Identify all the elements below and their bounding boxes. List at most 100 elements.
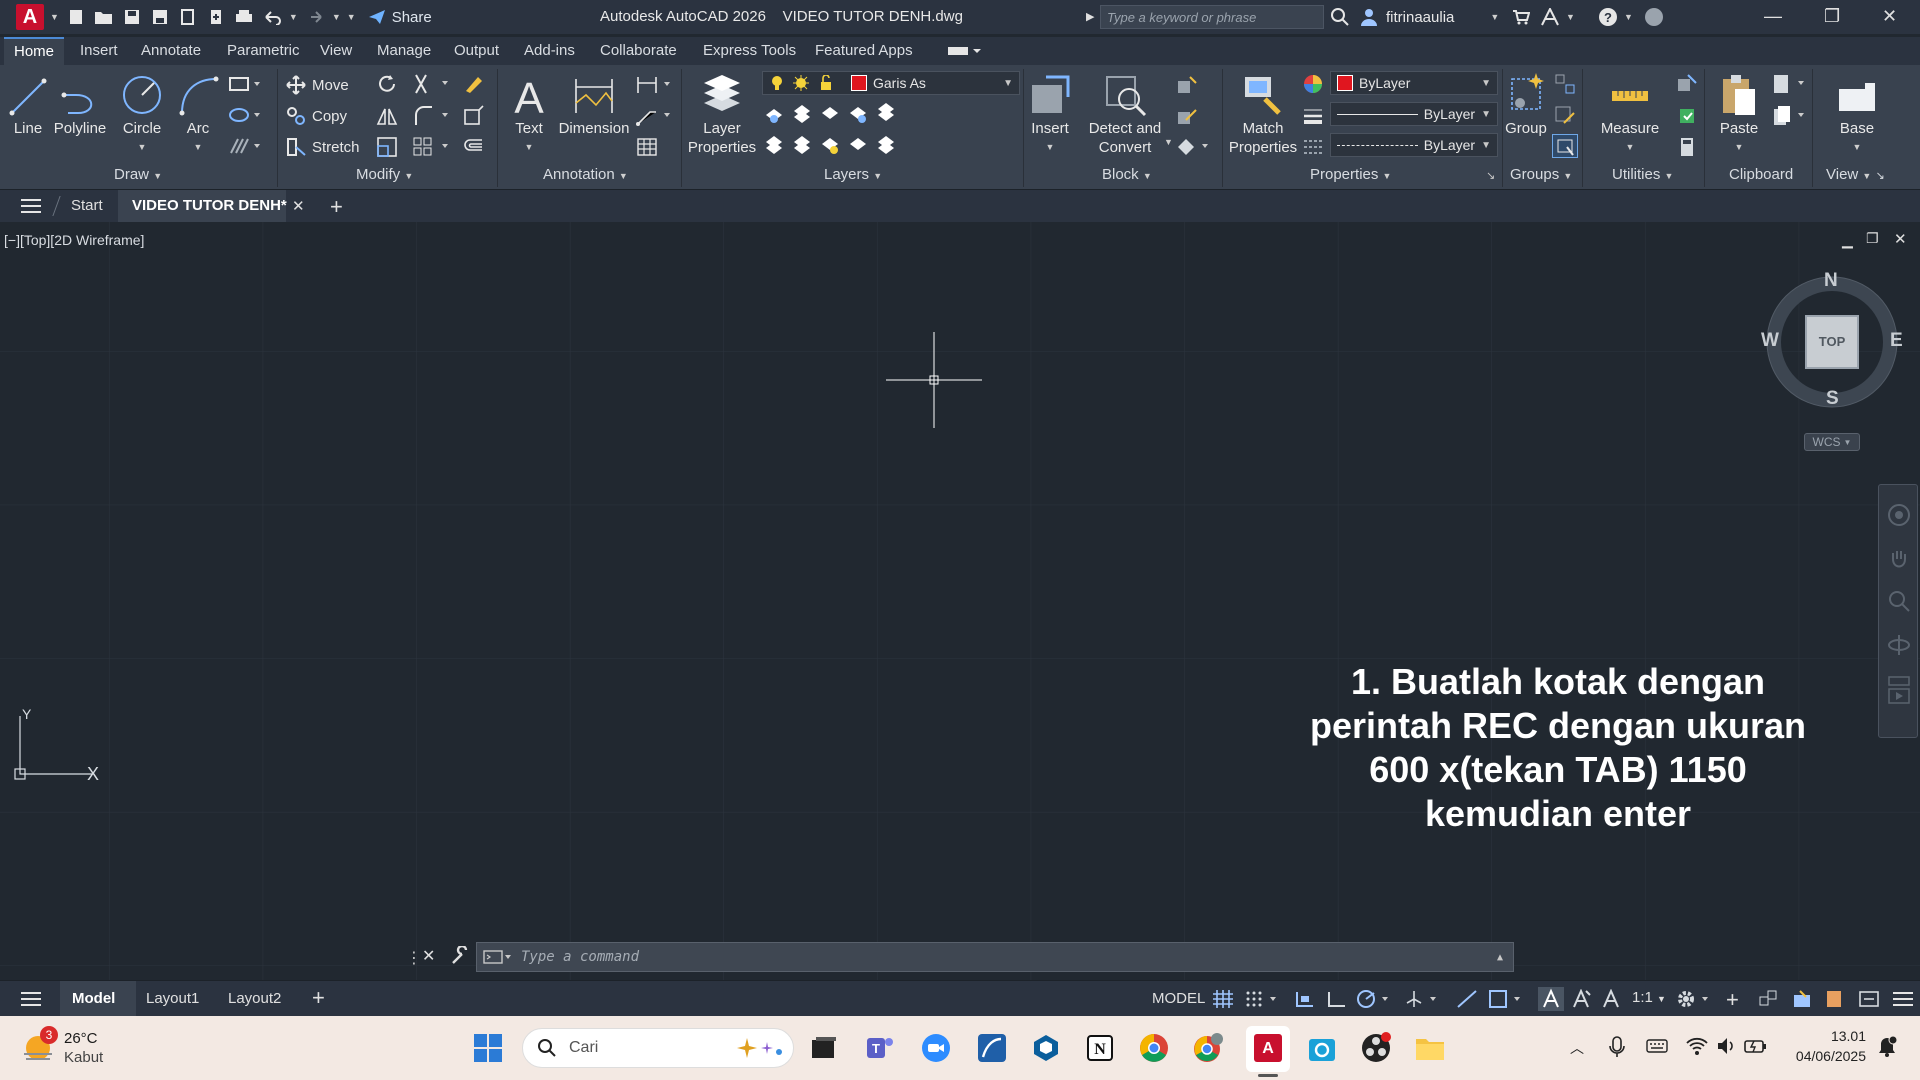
steering-wheel-icon[interactable]	[1887, 503, 1911, 527]
group-edit-icon[interactable]	[1554, 105, 1576, 127]
chrome-profile-icon[interactable]	[1190, 1030, 1226, 1066]
ungroup-icon[interactable]	[1554, 73, 1576, 95]
stretch-button[interactable]: Stretch	[286, 137, 360, 157]
polyline-button[interactable]: Polyline	[52, 71, 108, 138]
dimension-button[interactable]: Dimension	[556, 71, 632, 138]
annotation-monitor-icon[interactable]: +	[1726, 987, 1739, 1013]
publish-icon[interactable]	[177, 6, 199, 28]
paste-button[interactable]: Paste ▼	[1714, 71, 1764, 157]
start-button[interactable]	[470, 1030, 506, 1066]
lineweight-dropdown[interactable]: ByLayer ▼	[1330, 102, 1498, 126]
search-expand-icon[interactable]: ▶	[1086, 10, 1094, 23]
edit-block-icon[interactable]	[1176, 106, 1198, 126]
tab-featured-apps[interactable]: Featured Apps	[805, 37, 923, 65]
tab-parametric[interactable]: Parametric	[217, 37, 310, 65]
tab-annotate[interactable]: Annotate	[131, 37, 211, 65]
tab-view[interactable]: View	[310, 37, 362, 65]
calculator-icon[interactable]	[1676, 136, 1698, 158]
polar-tracking-icon[interactable]	[1356, 989, 1396, 1009]
base-view-button[interactable]: Base ▼	[1832, 71, 1882, 157]
grid-display-icon[interactable]	[1212, 989, 1234, 1009]
line-button[interactable]: Line	[8, 71, 48, 138]
viewport-close-icon[interactable]: ✕	[1894, 230, 1907, 248]
command-history-caret-icon[interactable]: ▲	[1497, 952, 1503, 963]
command-input[interactable]: Type a command ▲	[476, 942, 1514, 972]
scale-icon[interactable]	[376, 136, 398, 158]
notion-icon[interactable]: N	[1082, 1030, 1118, 1066]
redo-icon[interactable]	[304, 6, 326, 28]
application-menu-button[interactable]: A	[16, 4, 44, 30]
utilities-panel-title[interactable]: Utilities ▼	[1612, 166, 1673, 183]
quick-select-icon[interactable]	[1676, 73, 1698, 95]
layout1-tab[interactable]: Layout1	[146, 981, 199, 1017]
object-snap-icon[interactable]	[1488, 989, 1528, 1009]
circle-button[interactable]: Circle ▼	[118, 71, 166, 157]
undo-icon[interactable]	[261, 6, 283, 28]
move-button[interactable]: Move	[286, 75, 349, 95]
chrome-icon[interactable]	[1136, 1030, 1172, 1066]
snap-mode-icon[interactable]	[1244, 989, 1284, 1009]
block-attribute-icon[interactable]	[1176, 137, 1212, 157]
viewport-restore-icon[interactable]: ❐	[1866, 230, 1879, 247]
layers-panel-title[interactable]: Layers ▼	[824, 166, 882, 183]
battery-icon[interactable]	[1744, 1036, 1768, 1056]
properties-launcher-icon[interactable]: ↘	[1486, 169, 1495, 182]
properties-panel-title[interactable]: Properties ▼	[1310, 166, 1391, 183]
annotation-panel-title[interactable]: Annotation ▼	[543, 166, 628, 183]
sketchup-icon[interactable]	[1028, 1030, 1064, 1066]
measure-button[interactable]: Measure ▼	[1594, 71, 1666, 157]
maximize-window-button[interactable]: ❐	[1824, 6, 1840, 27]
group-button[interactable]: Group	[1504, 71, 1548, 138]
obs-icon[interactable]	[1358, 1030, 1394, 1066]
linetype-icon[interactable]	[1302, 136, 1324, 158]
rectangle-tool-icon[interactable]	[228, 75, 262, 93]
compass-east[interactable]: E	[1890, 330, 1903, 352]
fillet-icon[interactable]	[412, 105, 452, 127]
object-snap-tracking-icon[interactable]	[1456, 989, 1478, 1009]
view-panel-title[interactable]: View ▼ ↘	[1826, 166, 1885, 183]
help-caret-icon[interactable]: ▼	[1624, 12, 1633, 22]
user-account[interactable]: fitrinaaulia ▼	[1360, 8, 1499, 26]
clean-screen-icon[interactable]	[1858, 989, 1880, 1009]
a360-caret-icon[interactable]: ▼	[1566, 12, 1575, 22]
layer-dropdown[interactable]: Garis As ▼	[762, 71, 1020, 95]
new-tab-icon[interactable]: +	[330, 194, 343, 220]
autodesk-a360-icon[interactable]	[1540, 8, 1560, 26]
copy-clip-icon[interactable]	[1772, 105, 1808, 127]
auto-scale-icon[interactable]	[1570, 989, 1592, 1009]
taskbar-search-box[interactable]: Cari	[522, 1028, 794, 1068]
compass-north[interactable]: N	[1824, 270, 1838, 292]
command-line-grip-icon[interactable]: ⋮	[406, 948, 422, 968]
command-customize-icon[interactable]	[450, 946, 470, 966]
explode-icon[interactable]	[462, 105, 484, 127]
close-tab-icon[interactable]: ✕	[292, 197, 305, 215]
compass-south[interactable]: S	[1826, 388, 1839, 410]
model-tab[interactable]: Model	[72, 981, 115, 1017]
notification-icon[interactable]	[1876, 1036, 1898, 1058]
match-properties-button[interactable]: Match Properties	[1226, 71, 1300, 157]
clock[interactable]: 13.01 04/06/2025	[1786, 1026, 1866, 1066]
customization-menu-icon[interactable]	[1892, 991, 1914, 1007]
show-hidden-icons[interactable]: ︿	[1570, 1038, 1584, 1058]
viewport-controls-label[interactable]: [−][Top][2D Wireframe]	[4, 232, 144, 248]
text-button[interactable]: A Text ▼	[506, 71, 552, 157]
drawing-area[interactable]: [−][Top][2D Wireframe] ▁ ❐ ✕ TOP N S E W…	[0, 222, 1920, 980]
draw-panel-title[interactable]: Draw ▼	[114, 166, 162, 183]
layout-tabs-menu-icon[interactable]	[20, 991, 42, 1007]
command-line-close-icon[interactable]: ✕	[422, 946, 435, 966]
zoom-icon[interactable]	[918, 1030, 954, 1066]
layer-tools-row-1[interactable]	[762, 103, 912, 125]
autocad-taskbar-icon[interactable]: A	[1250, 1030, 1286, 1066]
save-icon[interactable]	[121, 6, 143, 28]
orbit-icon[interactable]	[1887, 633, 1911, 657]
copy-button[interactable]: Copy	[286, 106, 347, 126]
rotate-icon[interactable]	[376, 73, 398, 95]
layer-properties-button[interactable]: Layer Properties	[684, 71, 760, 157]
infer-constraints-icon[interactable]	[1294, 989, 1316, 1009]
color-wheel-icon[interactable]	[1302, 73, 1324, 95]
workspace-gear-icon[interactable]	[1676, 989, 1716, 1009]
viewport-minimize-icon[interactable]: ▁	[1842, 232, 1853, 249]
trim-icon[interactable]	[412, 73, 452, 95]
file-tabs-menu-icon[interactable]	[20, 198, 42, 214]
pan-icon[interactable]	[1887, 547, 1911, 571]
